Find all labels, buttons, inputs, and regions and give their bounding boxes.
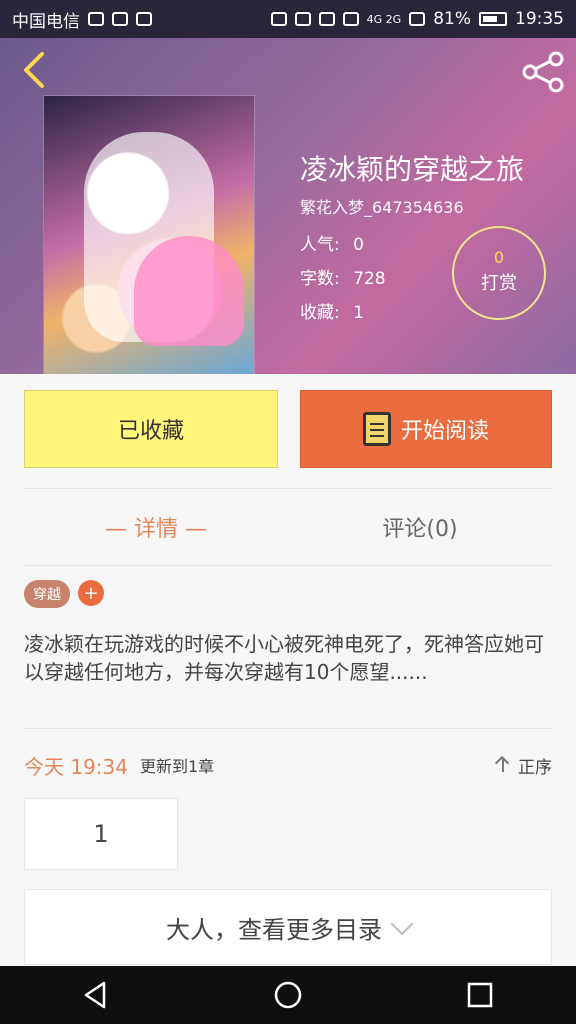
book-icon [362, 412, 391, 446]
favorited-button[interactable]: 已收藏 [24, 390, 278, 468]
chapter-item[interactable]: 1 [24, 798, 178, 870]
chevron-down-icon [390, 912, 414, 936]
eye-icon [318, 12, 335, 26]
book-header: 凌冰颖的穿越之旅 繁花入梦_647354636 人气: 0 字数: 728 收藏… [0, 38, 576, 374]
update-text: 更新到1章 [140, 757, 215, 776]
update-info: 今天 19:34 更新到1章 正序 [24, 750, 552, 780]
favorites-value: 1 [353, 303, 364, 323]
cover-dress [134, 236, 244, 346]
tip-button[interactable]: 0 打赏 [452, 226, 546, 320]
book-cover-image [44, 96, 254, 374]
network-text: 4G 2G [366, 12, 402, 26]
tip-count: 0 [493, 248, 505, 267]
start-reading-button[interactable]: 开始阅读 [300, 390, 552, 468]
tag-item[interactable]: 穿越 [24, 580, 70, 608]
clock-time: 19:35 [515, 9, 564, 29]
mute-icon [294, 12, 311, 26]
tab-details[interactable]: — 详情 — [24, 489, 288, 565]
wechat-icon [112, 12, 128, 26]
popularity-stat: 人气: 0 [300, 230, 364, 255]
nav-home-icon[interactable] [272, 979, 304, 1011]
divider [24, 728, 552, 729]
sort-order-button[interactable]: 正序 [494, 753, 552, 778]
carrier-text: 中国电信 [12, 11, 80, 32]
tab-comments[interactable]: 评论(0) [288, 489, 552, 565]
headphones-icon [270, 12, 287, 26]
tip-label: 打赏 [481, 273, 517, 294]
start-reading-label: 开始阅读 [400, 419, 489, 444]
system-navigation-bar [0, 966, 576, 1024]
chevron-left-icon[interactable] [16, 50, 56, 90]
book-description: 凌冰颖在玩游戏的时候不小心被死神电死了，死神答应她可以穿越任何地方，并每次穿越有… [24, 632, 544, 684]
more-catalog-label: 大人，查看更多目录 [166, 915, 382, 944]
book-title: 凌冰颖的穿越之旅 [300, 153, 525, 186]
nav-back-icon[interactable] [80, 979, 112, 1011]
favorites-stat: 收藏: 1 [300, 298, 364, 323]
nav-recents-icon[interactable] [464, 979, 496, 1011]
arrow-up-icon [494, 756, 512, 774]
detail-tabs: — 详情 — 评论(0) [24, 488, 552, 566]
signal-icon [409, 12, 426, 26]
share-icon[interactable] [520, 50, 566, 94]
word-count-stat: 字数: 728 [300, 264, 386, 289]
favorites-label: 收藏: [300, 303, 340, 323]
popularity-value: 0 [353, 235, 364, 255]
add-tag-button[interactable]: + [78, 580, 104, 606]
word-count-label: 字数: [300, 269, 340, 289]
popularity-label: 人气: [300, 235, 340, 255]
wifi-icon [342, 12, 359, 26]
word-count-value: 728 [353, 269, 386, 289]
app-notification-icon [88, 12, 104, 26]
update-time: 今天 19:34 [24, 754, 128, 779]
status-bar: 中国电信 4G 2G 81% 19:35 [0, 0, 576, 38]
battery-icon [479, 12, 507, 26]
more-catalog-button[interactable]: 大人，查看更多目录 [24, 889, 552, 965]
battery-percent: 81% [433, 9, 471, 29]
tag-list: 穿越 + [24, 580, 104, 608]
book-author[interactable]: 繁花入梦_647354636 [300, 194, 464, 218]
weather-icon [136, 12, 152, 26]
sort-order-label: 正序 [518, 757, 552, 778]
